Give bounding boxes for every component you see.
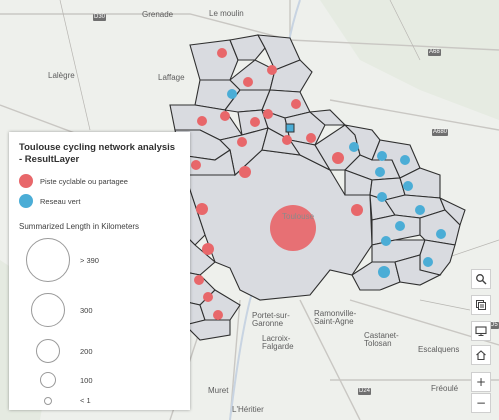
place-lacroix: Lacroix-Falgarde bbox=[262, 334, 294, 351]
screen-icon bbox=[475, 326, 487, 336]
home-icon bbox=[476, 350, 486, 361]
road-shield-d30: D30 bbox=[93, 14, 107, 21]
search-button[interactable] bbox=[471, 269, 491, 289]
place-ramonville: Ramonville-Saint-Agne bbox=[314, 309, 357, 326]
size-label-300: 300 bbox=[80, 306, 93, 315]
legend-item-piste: Piste cyclable ou partagee bbox=[19, 174, 180, 188]
place-lheritier: L'Héritier bbox=[232, 405, 264, 414]
size-circle-300-icon bbox=[31, 293, 65, 327]
place-toulouse: Toulouse bbox=[282, 212, 315, 221]
place-muret: Muret bbox=[208, 386, 229, 395]
size-label-100: 100 bbox=[80, 376, 93, 385]
size-label-390: > 390 bbox=[80, 256, 99, 265]
size-circle-large-icon bbox=[26, 238, 70, 282]
place-castanet: Castanet-Tolosan bbox=[364, 331, 399, 348]
zoom-out-button[interactable]: − bbox=[471, 393, 491, 413]
legend-title: Toulouse cycling network analysis - Resu… bbox=[19, 142, 176, 165]
road-shield-a680: A680 bbox=[432, 129, 449, 136]
place-laffage: Laffage bbox=[158, 73, 185, 82]
zoom-in-button[interactable]: + bbox=[471, 372, 491, 392]
size-circle-small-icon bbox=[44, 397, 52, 405]
place-grenade: Grenade bbox=[142, 10, 174, 19]
layers-icon bbox=[476, 300, 486, 310]
place-portet: Portet-sur-Garonne bbox=[252, 311, 290, 328]
place-escalquens: Escalquens bbox=[418, 345, 460, 354]
place-le-moulin: Le moulin bbox=[209, 9, 244, 18]
home-button[interactable] bbox=[471, 345, 491, 365]
road-shield-d24: D24 bbox=[358, 388, 372, 395]
size-legend-title: Summarized Length in Kilometers bbox=[19, 222, 140, 231]
legend-item-reseau-vert: Reseau vert bbox=[19, 194, 180, 208]
red-circle-swatch-icon bbox=[19, 174, 33, 188]
road-shield-a68: A68 bbox=[428, 49, 441, 56]
place-freoule: Fréoulé bbox=[431, 384, 459, 393]
search-icon bbox=[476, 274, 487, 285]
screen-button[interactable] bbox=[471, 321, 491, 341]
legend-panel: Toulouse cycling network analysis - Resu… bbox=[9, 132, 190, 410]
size-label-1: < 1 bbox=[80, 396, 91, 405]
size-label-200: 200 bbox=[80, 347, 93, 356]
size-circle-100-icon bbox=[40, 372, 56, 388]
place-lalegre: Lalègre bbox=[48, 71, 75, 80]
layers-button[interactable] bbox=[471, 295, 491, 315]
blue-circle-swatch-icon bbox=[19, 194, 33, 208]
size-circle-200-icon bbox=[36, 339, 60, 363]
legend-label-reseau-vert: Reseau vert bbox=[40, 196, 81, 206]
map-view[interactable]: Grenade Le moulin D30 A68 Lalègre Laffag… bbox=[0, 0, 499, 420]
legend-label-piste: Piste cyclable ou partagee bbox=[40, 176, 128, 186]
size-legend: > 390 300 200 100 < 1 bbox=[19, 231, 180, 420]
